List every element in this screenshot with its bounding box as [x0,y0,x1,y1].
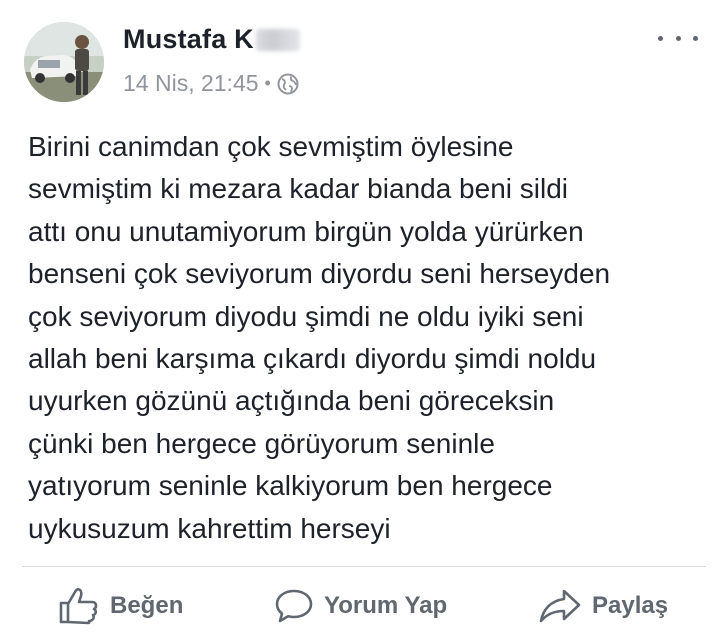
post-timestamp[interactable]: 14 Nis, 21:45 [123,70,259,97]
like-label: Beğen [110,592,184,619]
author-name[interactable]: Mustafa K [123,24,300,55]
share-button[interactable]: Paylaş [538,580,668,632]
avatar[interactable] [24,22,104,102]
globe-icon[interactable] [277,73,299,95]
more-dot [675,35,681,41]
post-text: Birini canimdan çok sevmiştim öylesine s… [28,131,611,544]
more-options-icon[interactable] [658,28,698,48]
share-icon [538,588,582,624]
post-actions-bar: Beğen Yorum Yap Paylaş [0,580,728,632]
like-button[interactable]: Beğen [58,580,183,632]
post-meta: 14 Nis, 21:45 • [123,70,299,97]
thumbs-up-icon [58,587,100,625]
more-dot [658,35,663,41]
comment-icon [274,588,314,624]
avatar-photo [24,22,104,102]
actions-divider [22,566,706,567]
facebook-post: Mustafa K 14 Nis, 21:45 • Birini canimda… [0,0,728,644]
name-censor-blur [255,29,300,51]
author-name-text[interactable]: Mustafa K [123,24,254,54]
meta-separator: • [264,73,271,93]
more-dot [693,35,698,41]
share-label: Paylaş [592,592,669,619]
comment-label: Yorum Yap [324,592,448,619]
comment-button[interactable]: Yorum Yap [274,580,447,632]
